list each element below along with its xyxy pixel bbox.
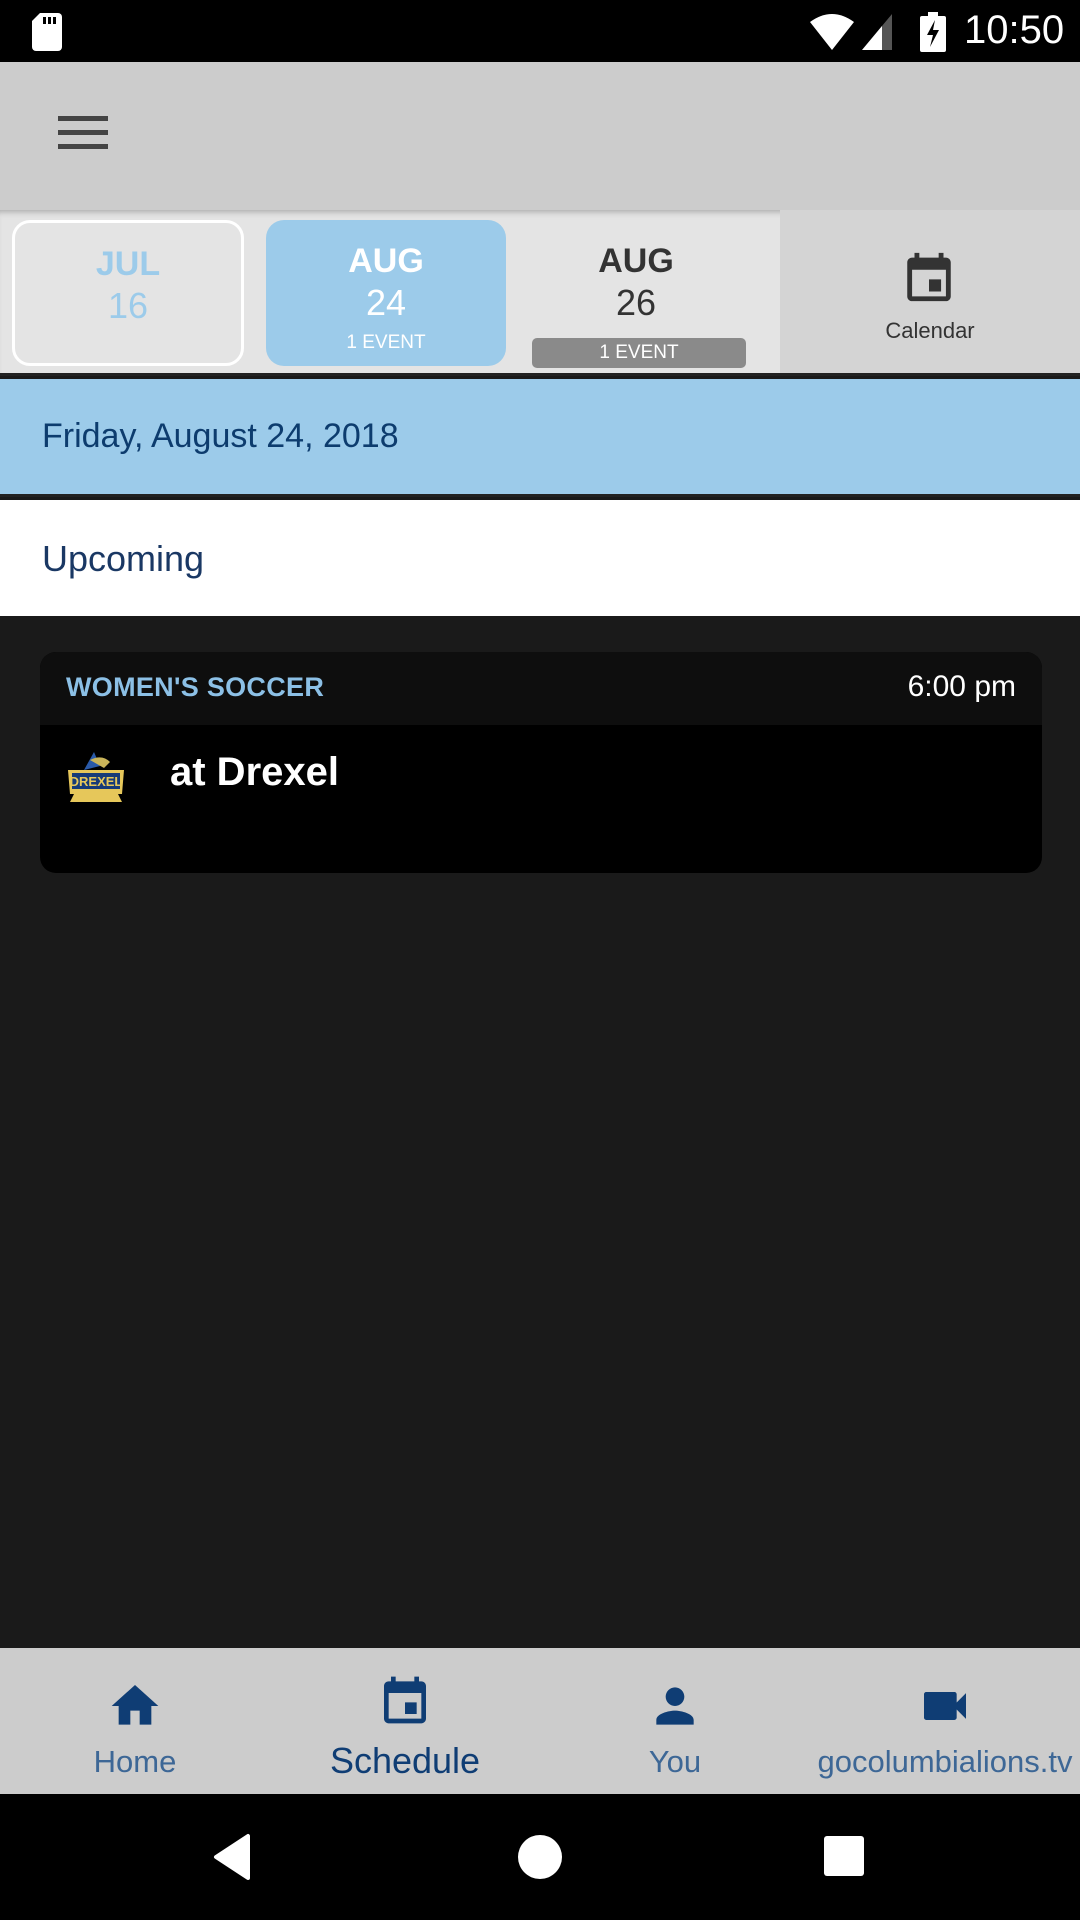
nav-schedule[interactable]: Schedule [270,1648,540,1794]
hamburger-menu-icon[interactable] [58,116,108,152]
date-header-text: Friday, August 24, 2018 [42,417,399,455]
event-card[interactable]: WOMEN'S SOCCER 6:00 pm DREXEL at Drexel [40,652,1042,873]
home-icon [111,1685,159,1725]
app-bar [0,62,1080,210]
chip-month: JUL [95,245,161,283]
date-strip: JUL 16 AUG 24 1 EVENT AUG 26 1 EVENT Cal… [0,210,1080,376]
date-chip-aug-24[interactable]: AUG 24 1 EVENT [266,220,506,366]
bottom-nav: Home Schedule You gocolumbialions.tv [0,1648,1080,1794]
svg-text:DREXEL: DREXEL [70,774,123,789]
nav-label: Home [93,1744,177,1779]
drexel-dragons-logo: DREXEL [68,752,124,802]
event-time: 6:00 pm [907,670,1016,703]
section-label: Upcoming [42,538,205,579]
chip-day: 26 [615,282,657,323]
nav-label: gocolumbialions.tv [817,1744,1073,1779]
calendar-label: Calendar [885,318,975,343]
event-card-header: WOMEN'S SOCCER 6:00 pm [40,652,1042,725]
clock: 10:50 [964,8,1065,52]
chip-month: AUG [348,242,424,280]
nav-label: Schedule [329,1740,481,1781]
nav-gocolumbialions-tv[interactable]: gocolumbialions.tv [810,1648,1080,1794]
chip-event-count: 1 EVENT [532,338,746,368]
system-nav-bar [0,1794,1080,1920]
nav-home[interactable]: Home [0,1648,270,1794]
date-header: Friday, August 24, 2018 [0,379,1080,497]
calendar-icon [907,252,951,302]
calendar-icon [384,1676,426,1724]
status-bar: 10:50 [0,0,1080,62]
event-list: WOMEN'S SOCCER 6:00 pm DREXEL at Drexel [0,616,1080,1648]
date-chip-aug-26[interactable]: AUG 26 1 EVENT [520,220,752,368]
nav-label: You [648,1744,702,1779]
event-opponent: at Drexel [170,750,339,794]
back-icon[interactable] [210,1832,260,1882]
cell-signal-icon [862,14,892,50]
recents-icon[interactable] [820,1832,870,1882]
wifi-icon [810,14,854,50]
chip-event-count: 1 EVENT [346,332,426,353]
event-sport: WOMEN'S SOCCER [66,672,325,702]
chip-day: 24 [365,282,407,323]
video-camera-icon [924,1692,966,1720]
calendar-button[interactable]: Calendar [780,210,1080,373]
section-header: Upcoming [0,500,1080,616]
home-button-icon[interactable] [515,1832,565,1882]
sd-card-icon [32,13,62,51]
date-chip-jul-16[interactable]: JUL 16 [12,220,244,366]
chip-month: AUG [598,242,674,280]
chip-day: 16 [107,285,149,326]
nav-you[interactable]: You [540,1648,810,1794]
battery-charging-icon [920,12,946,52]
person-icon [656,1687,694,1725]
